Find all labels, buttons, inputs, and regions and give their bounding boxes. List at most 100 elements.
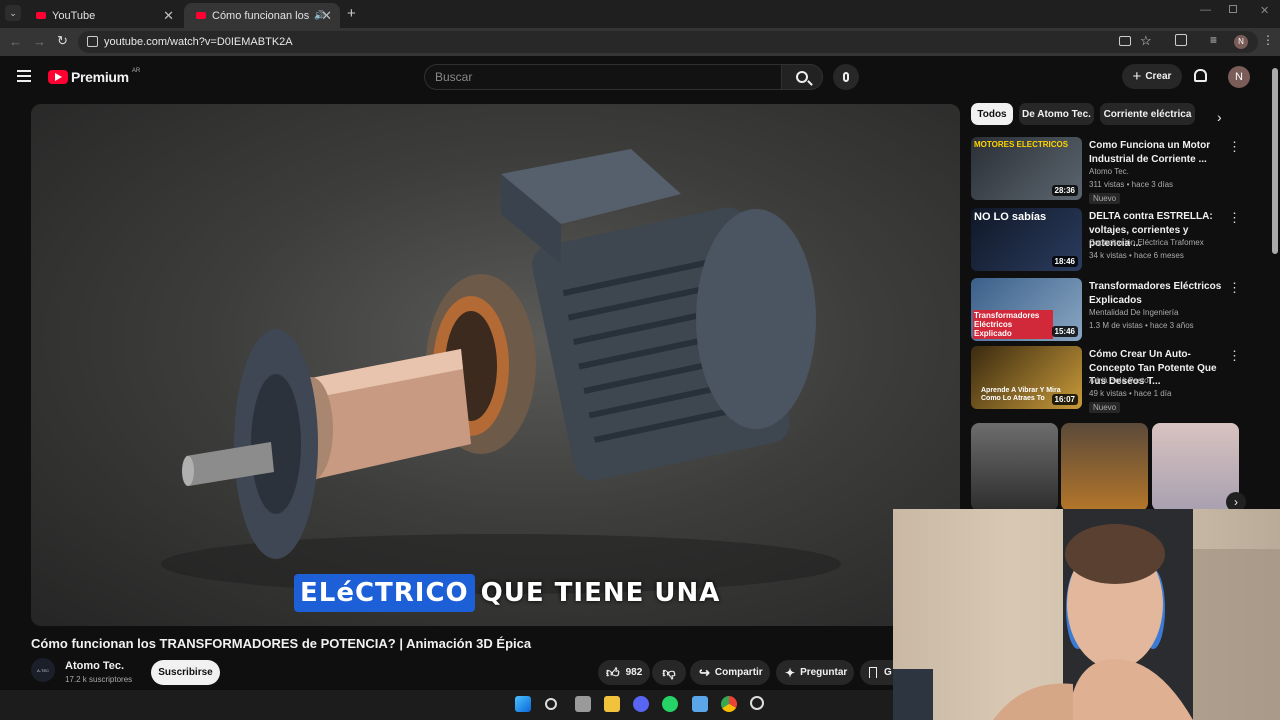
more-options-icon[interactable]: ⋮ [1228, 139, 1241, 155]
recommendation-meta: 34 k vistas • hace 6 meses [1089, 251, 1184, 260]
video-player[interactable] [31, 104, 960, 626]
tab-youtube[interactable]: YouTube ✕ [24, 3, 182, 28]
recommendation-channel[interactable]: Capacitación Eléctrica Trafomex [1089, 238, 1204, 247]
chrome-icon[interactable] [721, 696, 737, 712]
close-window-icon[interactable]: ✕ [1260, 4, 1269, 17]
discord-icon[interactable] [633, 696, 649, 712]
restore-window-icon[interactable] [1229, 5, 1237, 13]
close-tab-icon[interactable]: ✕ [163, 8, 174, 24]
caption-text: QUE TIENE UNA [480, 578, 721, 608]
browser-tab-bar: ⌄ YouTube ✕ Cómo funcionan los TRANS 🔊 ✕… [0, 0, 1280, 28]
chips-next-chevron-icon[interactable]: › [1217, 109, 1222, 125]
thumbnail-text: MOTORES ELECTRICOS [974, 140, 1069, 149]
url-text: youtube.com/watch?v=D0IEMABTK2A [104, 36, 293, 48]
app-icon[interactable] [750, 696, 764, 710]
whatsapp-icon[interactable] [662, 696, 678, 712]
youtube-logo[interactable]: Premium AR [48, 68, 140, 85]
task-view-icon[interactable] [575, 696, 591, 712]
reading-list-icon[interactable]: ≡ [1210, 33, 1217, 47]
account-avatar[interactable]: N [1228, 66, 1250, 88]
search-input[interactable]: Buscar [424, 64, 782, 90]
recommendation-item[interactable]: Aprende A Vibrar Y Mira Como Lo Atraes T… [971, 346, 1241, 413]
minimize-window-icon[interactable]: — [1200, 4, 1211, 16]
more-options-icon[interactable]: ⋮ [1228, 210, 1241, 226]
caption-highlight: ELéCTRICO [294, 574, 475, 612]
recommendation-channel[interactable]: Atomo Tec. [1089, 167, 1129, 176]
search-icon [796, 71, 813, 86]
channel-name[interactable]: Atomo Tec. [65, 660, 124, 672]
microphone-icon [843, 72, 849, 82]
video-thumbnail[interactable]: NO LO sabías 18:46 [971, 208, 1082, 271]
channel-avatar[interactable]: A-TEC [31, 658, 55, 682]
forward-icon[interactable]: → [33, 34, 46, 49]
close-tab-icon[interactable]: ✕ [321, 8, 332, 24]
browser-menu-icon[interactable]: ⋮ [1262, 33, 1274, 47]
thumbs-up-icon: 👍︎ [606, 664, 620, 680]
site-info-icon[interactable] [87, 36, 98, 47]
recommendation-meta: 49 k vistas • hace 1 día [1089, 389, 1172, 398]
save-button[interactable]: G [860, 660, 893, 685]
youtube-favicon-icon [196, 12, 206, 19]
video-thumbnail[interactable]: Aprende A Vibrar Y Mira Como Lo Atraes T… [971, 346, 1082, 409]
voice-search-button[interactable] [833, 64, 859, 90]
file-explorer-icon[interactable] [604, 696, 620, 712]
sparkle-icon: ✦ [785, 665, 796, 680]
share-button[interactable]: ↪ Compartir [690, 660, 770, 685]
like-count: 982 [625, 667, 643, 678]
page-scrollbar[interactable] [1272, 68, 1278, 254]
more-options-icon[interactable]: ⋮ [1228, 348, 1241, 364]
extensions-icon[interactable] [1175, 34, 1187, 46]
address-bar[interactable]: youtube.com/watch?v=D0IEMABTK2A ☆ [78, 31, 1258, 53]
reload-icon[interactable]: ↻ [57, 33, 68, 49]
recommendation-title[interactable]: Transformadores Eléctricos Explicados [1089, 280, 1229, 307]
ask-label: Preguntar [800, 667, 848, 678]
like-button[interactable]: 👍︎ 982 [598, 660, 650, 685]
recommendation-item[interactable]: MOTORES ELECTRICOS 28:36 Como Funciona u… [971, 137, 1241, 204]
taskbar-search-icon[interactable] [545, 698, 557, 710]
subscribe-button[interactable]: Suscribirse [151, 660, 220, 685]
ask-button[interactable]: ✦ Preguntar [776, 660, 854, 685]
recommendation-meta: 1.3 M de vistas • hace 3 años [1089, 321, 1194, 330]
webcam-person-image [893, 509, 1280, 720]
recommendation-channel[interactable]: Adrià Solà Pastor [1089, 376, 1151, 385]
notifications-bell-icon[interactable] [1194, 69, 1207, 82]
new-badge: Nuevo [1089, 193, 1121, 204]
recommendation-channel[interactable]: Mentalidad De Ingeniería [1089, 308, 1178, 317]
subtitle-caption: ELéCTRICO QUE TIENE UNA [294, 574, 720, 612]
share-arrow-icon: ↪ [699, 664, 710, 680]
notepad-icon[interactable] [692, 696, 708, 712]
subscriber-count: 17.2 k suscriptores [65, 675, 133, 684]
recommendation-item[interactable]: Transformadores Eléctricos Explicado 15:… [971, 278, 1241, 342]
recommendation-title[interactable]: Como Funciona un Motor Industrial de Cor… [1089, 139, 1229, 166]
dislike-button[interactable]: 👎︎ [652, 660, 686, 685]
new-tab-button[interactable]: + [347, 5, 356, 22]
tab-active-video[interactable]: Cómo funcionan los TRANS 🔊 ✕ [184, 3, 340, 28]
channel-logo-text: A-TEC [37, 667, 49, 673]
profile-avatar[interactable]: N [1234, 35, 1248, 49]
more-options-icon[interactable]: ⋮ [1228, 280, 1241, 296]
search-button[interactable] [781, 64, 823, 90]
subscribe-label: Suscribirse [158, 667, 213, 678]
tab-title: Cómo funcionan los TRANS [212, 9, 310, 22]
back-icon[interactable]: ← [9, 34, 22, 49]
chip-todos[interactable]: Todos [971, 103, 1013, 125]
video-thumbnail[interactable]: Transformadores Eléctricos Explicado 15:… [971, 278, 1082, 341]
tab-search-dropdown-icon[interactable]: ⌄ [5, 5, 21, 21]
thumbs-down-icon: 👎︎ [662, 664, 676, 680]
chip-de-atomo-tec[interactable]: De Atomo Tec. [1019, 103, 1094, 125]
search-placeholder: Buscar [435, 70, 473, 84]
windows-start-icon[interactable] [515, 696, 531, 712]
video-thumbnail[interactable]: MOTORES ELECTRICOS 28:36 [971, 137, 1082, 200]
duration-badge: 16:07 [1051, 394, 1078, 405]
short-thumbnail[interactable] [971, 423, 1058, 511]
hamburger-menu-icon[interactable] [17, 70, 31, 82]
chip-corriente-electrica[interactable]: Corriente eléctrica [1100, 103, 1195, 125]
short-thumbnail[interactable] [1061, 423, 1148, 511]
youtube-play-logo-icon [48, 70, 68, 84]
recommendation-meta: 311 vistas • hace 3 días [1089, 180, 1174, 189]
duration-badge: 18:46 [1051, 256, 1078, 267]
bookmark-star-icon[interactable]: ☆ [1140, 33, 1152, 49]
recommendation-item[interactable]: NO LO sabías 18:46 DELTA contra ESTRELLA… [971, 208, 1241, 272]
create-button[interactable]: + Crear [1122, 64, 1182, 89]
cast-icon[interactable] [1119, 36, 1131, 46]
